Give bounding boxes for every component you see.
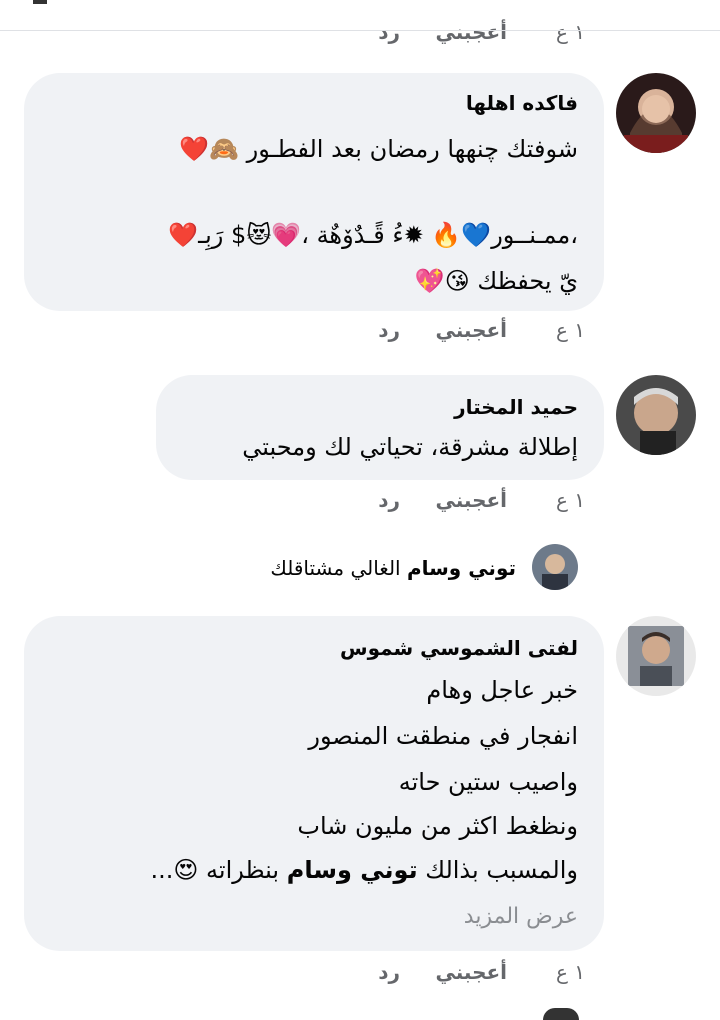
reply-button[interactable]: رد [378, 488, 400, 512]
top-divider [0, 30, 720, 31]
reply-preview[interactable]: توني وسام الغالي مشتاقلك [270, 556, 516, 580]
comment-bubble: لفتى الشموسي شموس خبر عاجل وهام انفجار ف… [24, 616, 604, 951]
avatar[interactable] [616, 73, 696, 153]
comment-actions: ١ ع أعجبني رد [360, 488, 585, 518]
comment-time: ١ ع [555, 960, 585, 984]
reply-button[interactable]: رد [378, 318, 400, 342]
like-button[interactable]: أعجبني [436, 20, 508, 44]
like-button[interactable]: أعجبني [436, 960, 508, 984]
avatar[interactable] [616, 375, 696, 455]
comment-text-line: واصيب ستين حاته [398, 768, 578, 796]
reply-button[interactable]: رد [378, 960, 400, 984]
comment-author[interactable]: حميد المختار [454, 395, 578, 419]
mention-link[interactable]: توني وسام [287, 856, 418, 884]
comment-text-line: والمسبب بذالك توني وسام بنظراته 😍... [151, 856, 579, 884]
reply-text: الغالي مشتاقلك [270, 556, 401, 580]
comment-actions: ١ ع أعجبني رد [360, 318, 585, 348]
comment-text-line: خبر عاجل وهام [426, 676, 578, 704]
next-item-edge [543, 1008, 579, 1020]
comment-text-line: شوفتك چنهها رمضان بعد الفطـور 🙈❤️ [179, 135, 578, 163]
top-corner-mark [33, 0, 47, 4]
reply-button[interactable]: رد [378, 20, 400, 44]
comment-text-line: ،ممـنــور💙🔥 ✹ءُ قًـدٌۆهٌة ،💗😻$ رَبِـ❤️ [168, 221, 578, 249]
comment-text-line: إطلالة مشرقة، تحياتي لك ومحبتي [242, 433, 578, 461]
reply-avatar[interactable] [532, 544, 578, 590]
comment-actions: ١ ع أعجبني رد [360, 960, 585, 990]
comment-text-fragment: بنظراته 😍... [150, 856, 280, 884]
comment-bubble: فاكده اهلها شوفتك چنهها رمضان بعد الفطـو… [24, 73, 604, 311]
avatar[interactable] [616, 616, 696, 696]
like-button[interactable]: أعجبني [436, 488, 508, 512]
comment-text-line: ونظغط اكثر من مليون شاب [297, 812, 578, 840]
comment-time: ١ ع [555, 20, 585, 44]
reply-author[interactable]: توني وسام [407, 556, 516, 580]
comment-time: ١ ع [555, 318, 585, 342]
comment-text-fragment: والمسبب بذالك [425, 856, 578, 884]
see-more-link[interactable]: عرض المزيد [464, 904, 578, 929]
comment-bubble: حميد المختار إطلالة مشرقة، تحياتي لك ومح… [156, 375, 604, 480]
top-comment-actions: ١ ع أعجبني رد [360, 20, 585, 50]
comment-author[interactable]: فاكده اهلها [466, 91, 578, 115]
comment-author[interactable]: لفتى الشموسي شموس [340, 636, 578, 660]
comment-text-line: يّ يحفظك 😘💖 [414, 267, 578, 295]
comment-text-line: انفجار في منطقت المنصور [308, 722, 578, 750]
comment-time: ١ ع [555, 488, 585, 512]
like-button[interactable]: أعجبني [436, 318, 508, 342]
